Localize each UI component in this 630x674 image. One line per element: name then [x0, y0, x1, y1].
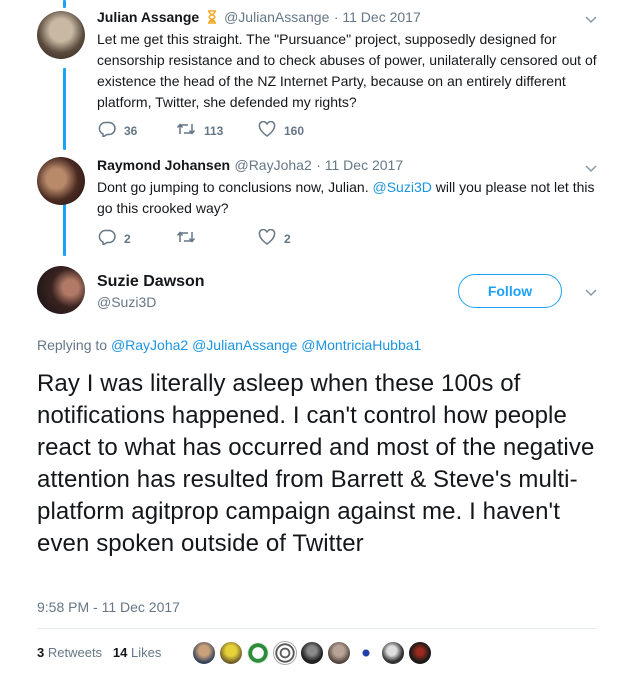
liker-avatar[interactable]: [273, 641, 297, 665]
retweet-button[interactable]: [176, 229, 204, 248]
author-name[interactable]: Julian Assange: [97, 9, 199, 25]
tweet-date[interactable]: · 11 Dec 2017: [316, 157, 403, 173]
retweet-button[interactable]: 113: [176, 121, 223, 140]
mention-link[interactable]: @Suzi3D: [373, 179, 432, 195]
main-timestamp[interactable]: 9:58 PM - 11 Dec 2017: [37, 599, 180, 615]
replying-to: Replying to @RayJoha2 @JulianAssange @Mo…: [37, 337, 421, 353]
heart-icon: [258, 228, 284, 248]
like-count: 160: [284, 123, 305, 138]
retweets-stat[interactable]: 3 Retweets: [37, 645, 102, 660]
main-author-name[interactable]: Suzie Dawson: [97, 273, 205, 291]
like-count: 2: [284, 231, 291, 246]
retweets-label: Retweets: [47, 645, 103, 660]
chevron-down-icon[interactable]: [583, 160, 599, 176]
reply-count: 36: [124, 123, 138, 138]
reply-mention-montriciahubba1[interactable]: @MontriciaHubba1: [301, 337, 421, 353]
like-button[interactable]: 2: [258, 228, 291, 248]
tweet2-text: Dont go jumping to conclusions now, Juli…: [97, 177, 607, 219]
reply-count: 2: [124, 231, 131, 246]
liker-avatar[interactable]: [219, 641, 243, 665]
main-tweet-text: Ray I was literally asleep when these 10…: [37, 370, 595, 557]
reply-button[interactable]: 2: [98, 229, 131, 248]
tweet2-header: Raymond Johansen @RayJoha2 · 11 Dec 2017: [97, 157, 403, 175]
chevron-down-icon[interactable]: [583, 284, 599, 300]
author-handle[interactable]: @JulianAssange: [224, 9, 329, 25]
heart-icon: [258, 120, 284, 140]
hourglass-icon: [207, 10, 217, 29]
likes-label: Likes: [131, 645, 162, 660]
avatar-julian[interactable]: [37, 11, 85, 59]
reply-mention-julianassange[interactable]: @JulianAssange: [192, 337, 297, 353]
retweets-count: 3: [37, 645, 45, 660]
author-handle[interactable]: @RayJoha2: [234, 157, 311, 173]
liker-avatar[interactable]: [300, 641, 324, 665]
tweet2-text-start: Dont go jumping to conclusions now, Juli…: [97, 179, 373, 195]
reply-icon: [98, 121, 124, 140]
thread-connector-top: [63, 0, 66, 8]
liker-avatars: [192, 641, 435, 665]
avatar-raymond[interactable]: [37, 157, 85, 205]
follow-button[interactable]: Follow: [458, 274, 562, 308]
reply-icon: [98, 229, 124, 248]
reply-mention-rayjoha2[interactable]: @RayJoha2: [111, 337, 188, 353]
likes-count: 14: [112, 645, 128, 660]
divider: [37, 628, 597, 629]
retweet-count: 113: [204, 123, 224, 138]
replying-prefix: Replying to: [37, 337, 111, 353]
engagement-stats: 3 Retweets 14 Likes: [37, 645, 161, 660]
liker-avatar[interactable]: [327, 641, 351, 665]
thread-connector-1: [63, 68, 66, 150]
retweet-icon: [176, 229, 204, 248]
author-name[interactable]: Raymond Johansen: [97, 157, 230, 173]
avatar-suzie[interactable]: [37, 266, 85, 314]
liker-avatar[interactable]: [192, 641, 216, 665]
liker-avatar[interactable]: [408, 641, 432, 665]
like-button[interactable]: 160: [258, 120, 305, 140]
tweet-date[interactable]: · 11 Dec 2017: [334, 9, 421, 25]
chevron-down-icon[interactable]: [583, 11, 599, 27]
reply-button[interactable]: 36: [98, 121, 137, 140]
liker-avatar[interactable]: [354, 641, 378, 665]
tweet1-text: Let me get this straight. The "Pursuance…: [97, 31, 597, 110]
retweet-icon: [176, 121, 204, 140]
tweet1-header: Julian Assange @JulianAssange · 11 Dec 2…: [97, 9, 421, 29]
likes-stat[interactable]: 14 Likes: [113, 645, 161, 660]
liker-avatar[interactable]: [246, 641, 270, 665]
main-author-handle[interactable]: @Suzi3D: [97, 294, 156, 310]
liker-avatar[interactable]: [381, 641, 405, 665]
